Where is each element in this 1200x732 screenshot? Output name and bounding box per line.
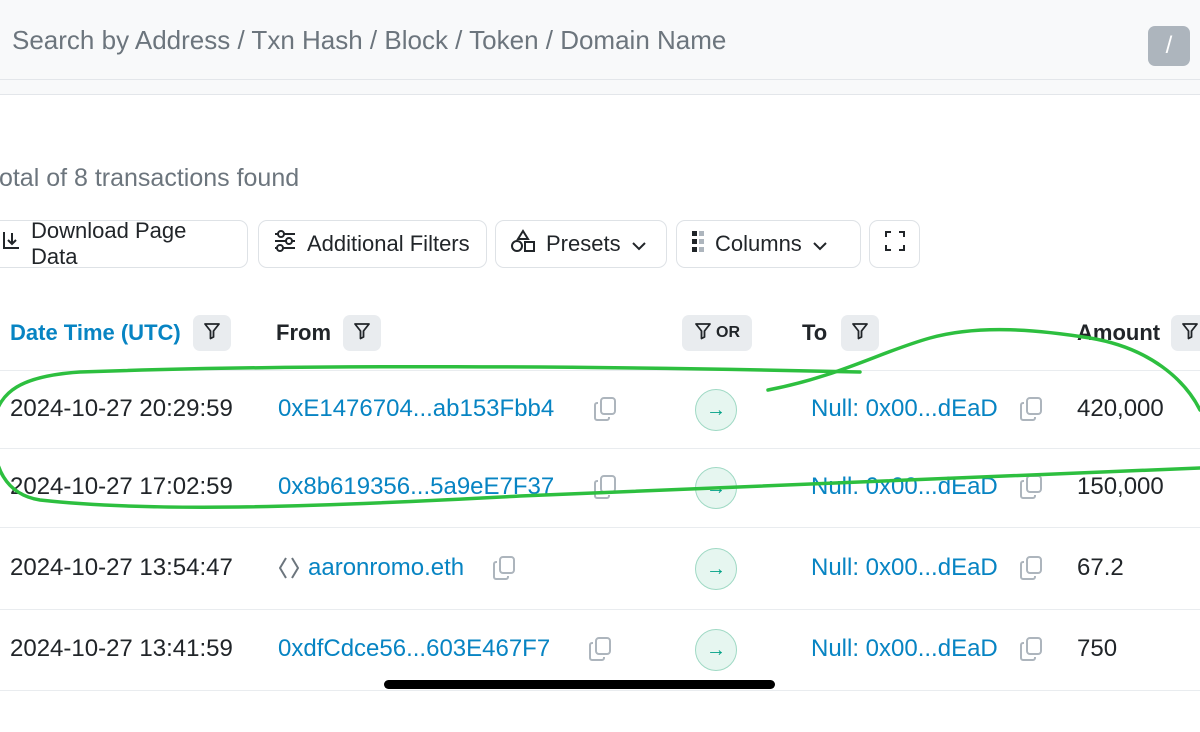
columns-label: Columns bbox=[715, 231, 802, 256]
row-to-address[interactable]: Null: 0x00...dEaD bbox=[811, 472, 998, 502]
amount-filter-button[interactable] bbox=[1171, 315, 1200, 351]
arrow-right-icon: → bbox=[695, 548, 737, 590]
row-divider bbox=[0, 448, 1200, 449]
download-page-data-button[interactable]: Download Page Data bbox=[0, 218, 248, 269]
presets-label: Presets bbox=[546, 231, 621, 256]
copy-icon[interactable] bbox=[594, 475, 616, 504]
filter-icon bbox=[694, 322, 712, 345]
fullscreen-button[interactable] bbox=[869, 220, 920, 268]
sliders-icon bbox=[273, 230, 297, 258]
chevron-down-icon bbox=[812, 231, 828, 257]
row-from-address[interactable]: 0xdfCdce56...603E467F7 bbox=[278, 634, 550, 664]
row-to-address[interactable]: Null: 0x00...dEaD bbox=[811, 553, 998, 583]
copy-icon[interactable] bbox=[594, 397, 616, 426]
filter-icon bbox=[353, 322, 371, 345]
filter-icon bbox=[851, 322, 869, 345]
from-filter-button[interactable] bbox=[343, 315, 381, 351]
download-icon bbox=[1, 230, 21, 258]
section-divider bbox=[0, 94, 1200, 134]
row-to-address[interactable]: Null: 0x00...dEaD bbox=[811, 394, 998, 424]
row-from-address[interactable]: aaronromo.eth bbox=[308, 553, 464, 583]
column-header-datetime[interactable]: Date Time (UTC) bbox=[10, 318, 181, 348]
copy-icon[interactable] bbox=[589, 637, 611, 666]
row-datetime: 2024-10-27 13:54:47 bbox=[10, 554, 233, 581]
columns-button[interactable]: Columns bbox=[676, 220, 861, 268]
row-amount: 67.2 bbox=[1077, 554, 1124, 581]
columns-icon bbox=[691, 230, 705, 258]
copy-icon[interactable] bbox=[1020, 475, 1042, 504]
copy-icon[interactable] bbox=[493, 556, 515, 585]
column-header-from: From bbox=[276, 320, 331, 345]
presets-button[interactable]: Presets bbox=[495, 220, 667, 268]
search-bar: / bbox=[0, 0, 1200, 80]
to-filter-button[interactable] bbox=[841, 315, 879, 351]
row-divider bbox=[0, 609, 1200, 610]
arrow-right-icon: → bbox=[695, 629, 737, 671]
chevron-down-icon bbox=[631, 231, 647, 257]
home-indicator bbox=[384, 680, 775, 689]
fullscreen-icon bbox=[884, 231, 905, 257]
header-divider bbox=[0, 370, 1200, 371]
filter-icon bbox=[1181, 322, 1199, 345]
datetime-filter-button[interactable] bbox=[193, 315, 231, 351]
row-amount: 150,000 bbox=[1077, 473, 1164, 500]
row-datetime: 2024-10-27 17:02:59 bbox=[10, 473, 233, 500]
row-from-address[interactable]: 0xE1476704...ab153Fbb4 bbox=[278, 394, 554, 424]
or-label: OR bbox=[716, 324, 740, 341]
download-label: Download Page Data bbox=[31, 218, 187, 269]
arrow-right-icon: → bbox=[695, 389, 737, 431]
copy-icon[interactable] bbox=[1020, 397, 1042, 426]
or-filter-button[interactable]: OR bbox=[682, 315, 752, 351]
shapes-icon bbox=[510, 229, 536, 259]
copy-icon[interactable] bbox=[1020, 556, 1042, 585]
row-to-address[interactable]: Null: 0x00...dEaD bbox=[811, 634, 998, 664]
arrow-right-icon: → bbox=[695, 467, 737, 509]
results-summary: total of 8 transactions found bbox=[0, 164, 300, 192]
ens-icon bbox=[278, 557, 300, 584]
copy-icon[interactable] bbox=[1020, 637, 1042, 666]
column-header-to: To bbox=[802, 320, 828, 345]
row-datetime: 2024-10-27 13:41:59 bbox=[10, 635, 233, 662]
additional-filters-label: Additional Filters bbox=[307, 231, 470, 256]
row-amount: 750 bbox=[1077, 635, 1118, 662]
row-datetime: 2024-10-27 20:29:59 bbox=[10, 395, 233, 422]
row-from-address[interactable]: 0x8b619356...5a9eE7F37 bbox=[278, 472, 554, 502]
row-amount: 420,000 bbox=[1077, 395, 1164, 422]
search-shortcut-key: / bbox=[1148, 26, 1190, 66]
row-divider bbox=[0, 690, 1200, 691]
column-header-amount: Amount bbox=[1077, 320, 1161, 345]
row-divider bbox=[0, 527, 1200, 528]
filter-icon bbox=[203, 322, 221, 345]
additional-filters-button[interactable]: Additional Filters bbox=[258, 220, 487, 268]
search-input[interactable] bbox=[0, 0, 1120, 80]
